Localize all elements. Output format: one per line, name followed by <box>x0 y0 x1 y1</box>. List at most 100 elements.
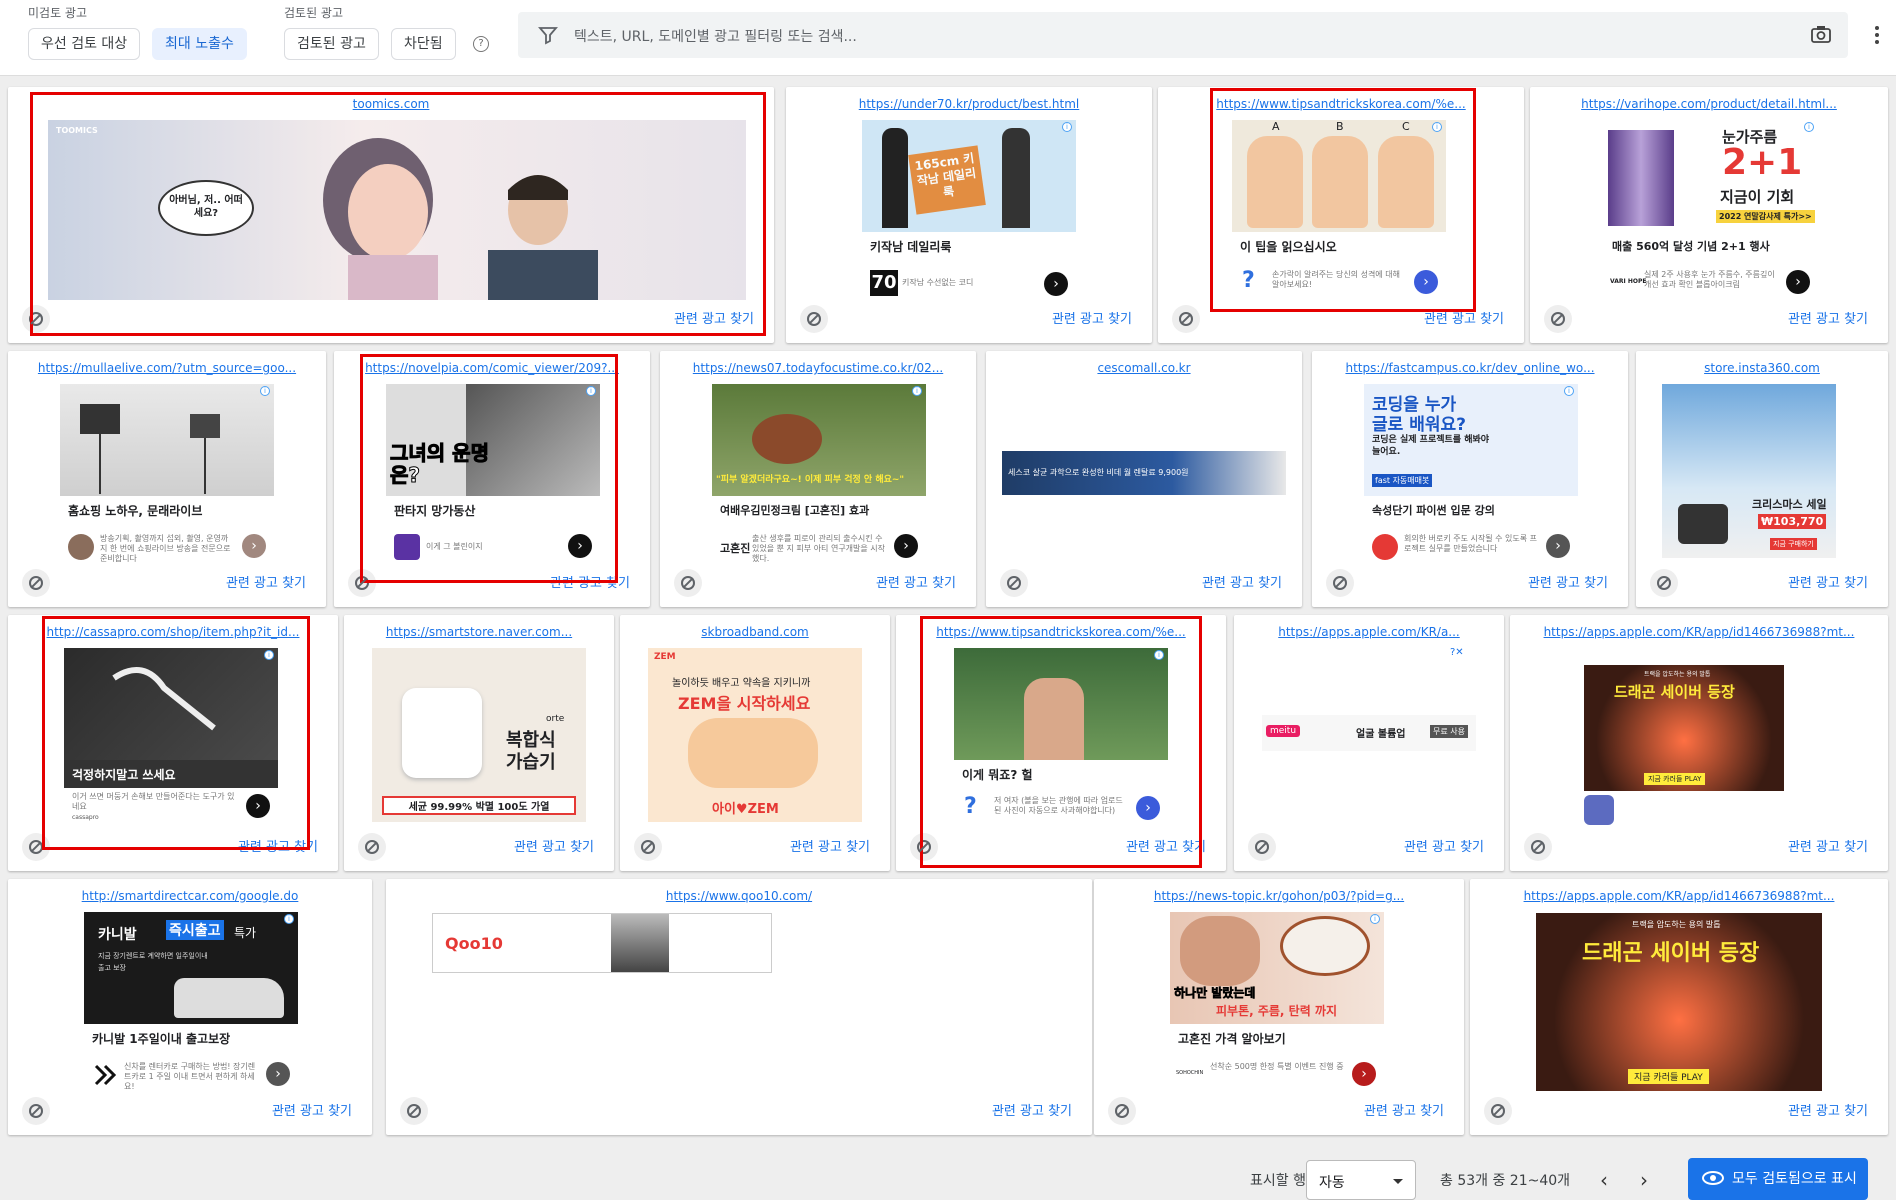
search-input[interactable]: 텍스트, URL, 도메인별 광고 필터링 또는 검색... <box>574 26 857 46</box>
ad-creative[interactable]: 이게 뭐죠? 헐 ? 저 여자 (볼을 보는 관행에 따라 업로드된 사진이 자… <box>954 648 1168 828</box>
block-icon[interactable] <box>1326 569 1354 597</box>
find-related-ads-link[interactable]: 관련 광고 찾기 <box>550 572 630 591</box>
ad-url-link[interactable]: https://mullaelive.com/?utm_source=goo..… <box>28 361 306 375</box>
info-icon[interactable]: i <box>1804 122 1814 132</box>
ad-url-link[interactable]: toomics.com <box>28 97 754 111</box>
find-related-ads-link[interactable]: 관련 광고 찾기 <box>674 308 754 327</box>
ad-url-link[interactable]: https://novelpia.com/comic_viewer/209?..… <box>354 361 630 375</box>
find-related-ads-link[interactable]: 관련 광고 찾기 <box>1788 1100 1868 1119</box>
find-related-ads-link[interactable]: 관련 광고 찾기 <box>1126 836 1206 855</box>
next-page-icon[interactable]: › <box>1640 1168 1648 1192</box>
find-related-ads-link[interactable]: 관련 광고 찾기 <box>1404 836 1484 855</box>
ad-url-link[interactable]: https://apps.apple.com/KR/app/id14667369… <box>1530 625 1868 639</box>
ad-creative[interactable]: 카니발 즉시출고 특가 지금 장기렌트로 계약하면 일주일이내 출고 보장 카니… <box>84 912 298 1092</box>
ad-creative[interactable]: 세스코 살균 과학으로 완성한 비데 월 렌탈료 9,900원 <box>1002 451 1286 495</box>
ad-creative[interactable]: meitu 얼굴 볼륨업 무료 사용 <box>1262 715 1476 751</box>
find-related-ads-link[interactable]: 관련 광고 찾기 <box>1202 572 1282 591</box>
arrow-right-icon[interactable]: › <box>1546 534 1570 558</box>
arrow-right-icon[interactable]: › <box>568 534 592 558</box>
camera-icon[interactable] <box>1810 25 1832 45</box>
arrow-right-icon[interactable]: › <box>1414 270 1438 294</box>
blocked-chip[interactable]: 차단됨 <box>391 28 456 60</box>
find-related-ads-link[interactable]: 관련 광고 찾기 <box>876 572 956 591</box>
block-icon[interactable] <box>400 1097 428 1125</box>
info-icon[interactable]: i <box>264 650 274 660</box>
block-icon[interactable] <box>22 569 50 597</box>
info-icon[interactable]: i <box>1564 386 1574 396</box>
find-related-ads-link[interactable]: 관련 광고 찾기 <box>1528 572 1608 591</box>
block-icon[interactable] <box>800 305 828 333</box>
find-related-ads-link[interactable]: 관련 광고 찾기 <box>1788 572 1868 591</box>
ad-url-link[interactable]: https://www.tipsandtrickskorea.com/%e... <box>916 625 1206 639</box>
ad-url-link[interactable]: https://www.tipsandtrickskorea.com/%e... <box>1178 97 1504 111</box>
ad-creative[interactable]: 트랙을 압도하는 용의 발톱 드래곤 세이버 등장 지금 카러들 PLAY <box>1536 913 1822 1091</box>
block-icon[interactable] <box>22 833 50 861</box>
ad-creative[interactable]: Qoo10 <box>432 913 772 973</box>
find-related-ads-link[interactable]: 관련 광고 찾기 <box>1424 308 1504 327</box>
ad-url-link[interactable]: https://apps.apple.com/KR/a... <box>1254 625 1484 639</box>
block-icon[interactable] <box>1108 1097 1136 1125</box>
more-options-icon[interactable] <box>1875 26 1879 47</box>
find-related-ads-link[interactable]: 관련 광고 찾기 <box>514 836 594 855</box>
block-icon[interactable] <box>1248 833 1276 861</box>
find-related-ads-link[interactable]: 관련 광고 찾기 <box>790 836 870 855</box>
find-related-ads-link[interactable]: 관련 광고 찾기 <box>992 1100 1072 1119</box>
arrow-right-icon[interactable]: › <box>1136 796 1160 820</box>
find-related-ads-link[interactable]: 관련 광고 찾기 <box>1052 308 1132 327</box>
find-related-ads-link[interactable]: 관련 광고 찾기 <box>226 572 306 591</box>
ad-creative[interactable]: 하나만 발랐는데 피부톤, 주름, 탄력 까지 고혼진 가격 알아보기 SOHO… <box>1170 912 1384 1092</box>
info-icon[interactable]: i <box>284 914 294 924</box>
block-icon[interactable] <box>1524 833 1552 861</box>
ad-url-link[interactable]: https://news07.todayfocustime.co.kr/02..… <box>680 361 956 375</box>
ad-creative[interactable]: 그녀의 운명은? 판타지 망가동산 이게 그 볼린이지 › i <box>386 384 600 564</box>
info-icon[interactable]: i <box>1062 122 1072 132</box>
block-icon[interactable] <box>22 1097 50 1125</box>
info-icon[interactable]: i <box>912 386 922 396</box>
block-icon[interactable] <box>1650 569 1678 597</box>
ad-creative[interactable]: 걱정하지말고 쓰세요 이거 쓰면 머둥거 손해보 만들어준다는 도구가 있네요 … <box>64 648 278 828</box>
info-icon[interactable]: i <box>260 386 270 396</box>
ad-url-link[interactable]: http://smartdirectcar.com/google.do <box>28 889 352 903</box>
ad-url-link[interactable]: https://smartstore.naver.com... <box>364 625 594 639</box>
block-icon[interactable] <box>634 833 662 861</box>
block-icon[interactable] <box>348 569 376 597</box>
ad-url-link[interactable]: https://fastcampus.co.kr/dev_online_wo..… <box>1332 361 1608 375</box>
ad-creative[interactable]: "피부 알겠더라구요~! 이제 피부 걱정 안 해요~" 여배우김민정크림 [고… <box>712 384 926 564</box>
prev-page-icon[interactable]: ‹ <box>1600 1168 1608 1192</box>
ad-creative[interactable]: 홈쇼핑 노하우, 문래라이브 방송기획, 촬영까지 섭외, 촬영, 운영까지 한… <box>60 384 274 564</box>
find-related-ads-link[interactable]: 관련 광고 찾기 <box>1788 308 1868 327</box>
rows-per-page-select[interactable]: 자동 <box>1306 1160 1416 1200</box>
ad-url-link[interactable]: http://cassapro.com/shop/item.php?it_id.… <box>28 625 318 639</box>
block-icon[interactable] <box>910 833 938 861</box>
find-related-ads-link[interactable]: 관련 광고 찾기 <box>272 1100 352 1119</box>
close-ad-icon[interactable]: ?✕ <box>1450 647 1464 658</box>
priority-review-chip[interactable]: 우선 검토 대상 <box>28 28 141 60</box>
ad-url-link[interactable]: https://apps.apple.com/KR/app/id14667369… <box>1490 889 1868 903</box>
info-icon[interactable]: i <box>1432 122 1442 132</box>
ad-url-link[interactable]: skbroadband.com <box>640 625 870 639</box>
arrow-right-icon[interactable]: › <box>246 794 270 818</box>
find-related-ads-link[interactable]: 관련 광고 찾기 <box>1788 836 1868 855</box>
ad-creative[interactable]: 165cm 키작남 데일리룩 키작남 데일리룩 70 키작남 수선없는 코디 ›… <box>862 120 1076 300</box>
info-icon[interactable]: i <box>1154 650 1164 660</box>
block-icon[interactable] <box>674 569 702 597</box>
ad-url-link[interactable]: https://varihope.com/product/detail.html… <box>1550 97 1868 111</box>
info-icon[interactable]: i <box>1370 914 1380 924</box>
ad-creative[interactable]: 트랙을 압도하는 용의 발톱 드래곤 세이버 등장 지금 카러들 PLAY <box>1584 665 1784 791</box>
max-impressions-chip[interactable]: 최대 노출수 <box>152 28 247 60</box>
ad-url-link[interactable]: https://news-topic.kr/gohon/p03/?pid=g..… <box>1114 889 1444 903</box>
ad-url-link[interactable]: https://www.qoo10.com/ <box>406 889 1072 903</box>
filter-icon[interactable] <box>538 25 558 45</box>
help-icon[interactable]: ? <box>473 36 489 52</box>
ad-creative[interactable]: ZEM 놀이하듯 배우고 약속을 지키니까 ZEM을 시작하세요 아이♥ZEM <box>648 648 862 822</box>
ad-creative[interactable]: 코딩을 누가 글로 배워요? 코딩은 실제 프로젝트를 해봐야 늘어요. fas… <box>1364 384 1578 564</box>
arrow-right-icon[interactable]: › <box>242 534 266 558</box>
find-related-ads-link[interactable]: 관련 광고 찾기 <box>238 836 318 855</box>
arrow-right-icon[interactable]: › <box>1352 1062 1376 1086</box>
search-bar[interactable]: 텍스트, URL, 도메인별 광고 필터링 또는 검색... <box>518 12 1848 58</box>
block-icon[interactable] <box>22 305 50 333</box>
block-icon[interactable] <box>358 833 386 861</box>
ad-creative[interactable]: A B C 이 팁을 읽으십시오 ? 손가락이 알려주는 당신의 성격에 대해 … <box>1232 120 1446 300</box>
mark-all-reviewed-button[interactable]: 모두 검토됨으로 표시 <box>1688 1158 1868 1200</box>
ad-url-link[interactable]: store.insta360.com <box>1656 361 1868 375</box>
